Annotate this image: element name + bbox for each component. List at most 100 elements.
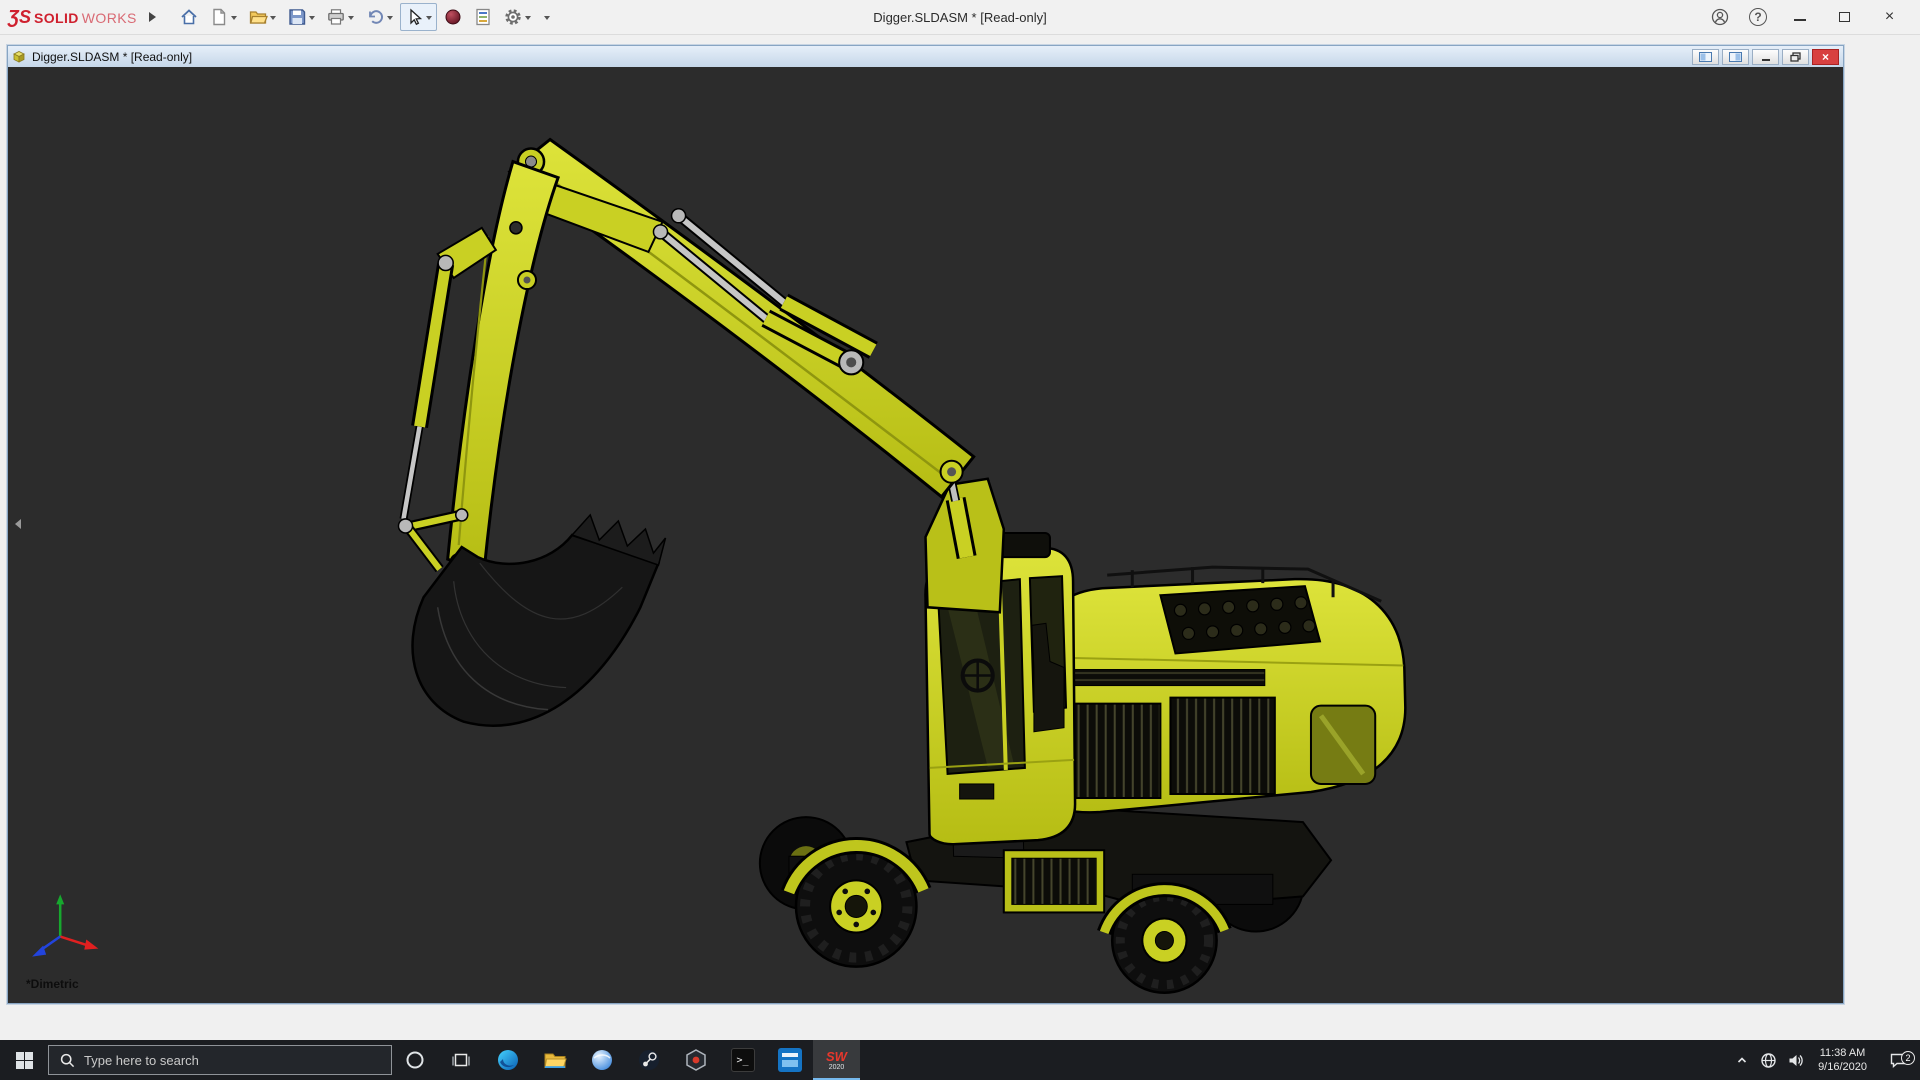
titlebar-controls: ? × [1701,0,1912,35]
pane-view-button-1[interactable] [1692,49,1719,65]
taskbar-icon-steam[interactable] [625,1040,672,1080]
network-button[interactable] [1755,1052,1782,1069]
select-cursor-icon [404,7,424,27]
taskbar-icon-hexagon-app[interactable] [672,1040,719,1080]
taskbar-icon-edge[interactable] [484,1040,531,1080]
start-button[interactable] [0,1040,48,1080]
toolbar-flyout-button[interactable] [538,3,555,31]
taskbar-icon-window-app[interactable] [766,1040,813,1080]
print-icon [326,7,346,27]
search-icon [60,1053,75,1068]
file-properties-button[interactable] [469,3,497,31]
pane-view-2-icon [1729,52,1742,62]
3ds-logo-mark: ƷS [8,7,31,28]
doc-minimize-button[interactable] [1752,49,1779,65]
home-icon [179,7,199,27]
hidden-icons-button[interactable] [1728,1053,1755,1067]
doc-restore-icon [1790,52,1801,62]
taskbar-clock[interactable]: 11:38 AM 9/16/2020 [1809,1046,1876,1074]
quick-access-toolbar [175,3,555,31]
help-icon: ? [1749,8,1767,26]
pane-view-button-2[interactable] [1722,49,1749,65]
steam-icon [637,1048,661,1072]
rebuild-icon [443,7,463,27]
notification-badge: 2 [1901,1051,1915,1065]
help-button[interactable]: ? [1739,0,1777,35]
hexagon-app-icon [684,1048,708,1072]
undo-dropdown-icon[interactable] [387,16,393,23]
solidworks-logo: ƷS SOLID WORKS [8,7,137,28]
task-view-button[interactable] [438,1040,484,1080]
open-icon [248,7,268,27]
windows-logo-icon [16,1052,33,1069]
save-icon [287,7,307,27]
new-dropdown-icon[interactable] [231,16,237,23]
window-app-icon [778,1048,802,1072]
app-maximize-button[interactable] [1822,0,1867,35]
pane-view-1-icon [1699,52,1712,62]
document-title: Digger.SLDASM * [Read-only] [32,50,192,64]
options-dropdown-icon[interactable] [525,16,531,23]
select-tool-button[interactable] [400,3,437,31]
taskbar: Type here to search [0,1040,1920,1080]
taskbar-icon-solidworks-2020[interactable]: SW 2020 [813,1040,860,1080]
edge-icon [496,1048,520,1072]
maximize-icon [1839,12,1850,22]
cortana-icon [405,1050,425,1070]
options-gear-icon [503,7,523,27]
network-globe-icon [1760,1052,1777,1069]
rebuild-button[interactable] [439,3,467,31]
select-dropdown-icon[interactable] [426,16,432,23]
save-dropdown-icon[interactable] [309,16,315,23]
taskbar-icon-terminal[interactable]: >_ [719,1040,766,1080]
toolbar-flyout-icon [544,16,550,23]
account-button[interactable] [1701,0,1739,35]
new-document-icon [209,7,229,27]
workspace: Digger.SLDASM * [Read-only] × [0,36,1920,1040]
volume-icon [1787,1052,1804,1069]
open-dropdown-icon[interactable] [270,16,276,23]
clock-date: 9/16/2020 [1818,1060,1867,1074]
chevron-up-icon [1735,1053,1749,1067]
document-window-controls: × [1692,49,1839,65]
print-dropdown-icon[interactable] [348,16,354,23]
search-placeholder-text: Type here to search [84,1053,199,1068]
action-center-button[interactable]: 2 [1876,1051,1920,1069]
clock-time: 11:38 AM [1820,1046,1866,1060]
undo-icon [365,7,385,27]
assembly-document-icon [12,50,26,63]
options-button[interactable] [499,3,536,31]
undo-button[interactable] [361,3,398,31]
app-window-title: Digger.SLDASM * [Read-only] [873,10,1046,25]
task-view-icon [452,1051,470,1069]
document-titlebar: Digger.SLDASM * [Read-only] × [8,46,1843,67]
app-close-button[interactable]: × [1867,0,1912,35]
system-tray: 11:38 AM 9/16/2020 2 [1728,1040,1920,1080]
file-explorer-icon [543,1048,567,1072]
view-orientation-label: *Dimetric [26,977,79,991]
panel-expander-icon[interactable] [10,519,21,529]
menu-expand-arrow-icon[interactable] [149,12,161,22]
taskbar-icon-file-explorer[interactable] [531,1040,578,1080]
minimize-icon [1794,19,1806,21]
print-button[interactable] [322,3,359,31]
taskbar-search-box[interactable]: Type here to search [48,1045,392,1075]
taskbar-icon-browser[interactable] [578,1040,625,1080]
app-titlebar: ƷS SOLID WORKS [0,0,1920,35]
account-icon [1710,7,1730,27]
cortana-button[interactable] [392,1040,438,1080]
doc-minimize-icon [1761,52,1771,62]
save-button[interactable] [283,3,320,31]
home-button[interactable] [175,3,203,31]
document-window: Digger.SLDASM * [Read-only] × [7,45,1844,1004]
file-properties-icon [473,7,493,27]
new-document-button[interactable] [205,3,242,31]
doc-close-button[interactable]: × [1812,49,1839,65]
doc-restore-button[interactable] [1782,49,1809,65]
open-button[interactable] [244,3,281,31]
terminal-icon: >_ [731,1048,755,1072]
volume-button[interactable] [1782,1052,1809,1069]
graphics-area[interactable]: *Dimetric [8,67,1843,1003]
solidworks-2020-icon: SW 2020 [826,1050,847,1071]
app-minimize-button[interactable] [1777,0,1822,35]
